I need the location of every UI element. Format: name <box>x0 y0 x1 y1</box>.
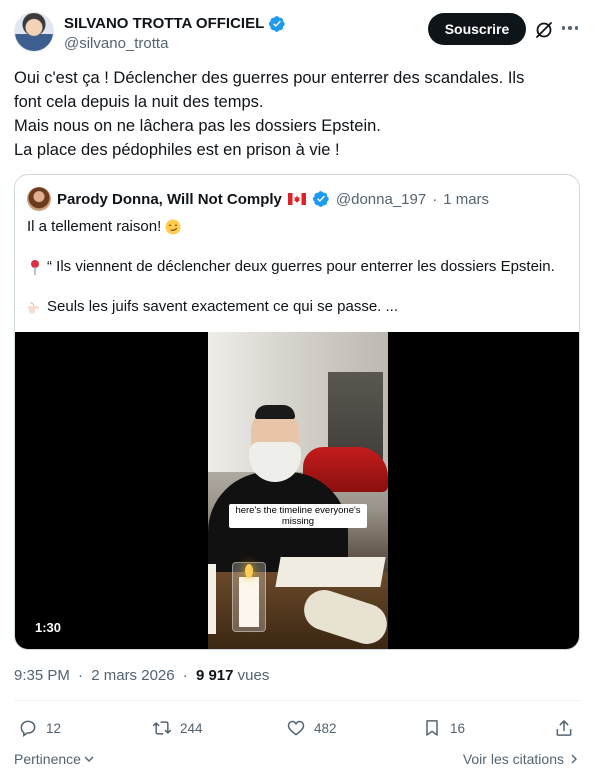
repost-count: 244 <box>180 720 203 736</box>
like-count: 482 <box>314 720 337 736</box>
views-label: vues <box>237 667 270 684</box>
quote-separator: · <box>432 190 438 208</box>
view-quotes-label[interactable]: Voir les citations <box>463 751 564 767</box>
video-duration: 1:30 <box>35 620 62 635</box>
quote-line-text: “ Ils viennent de déclencher deux guerre… <box>47 258 555 275</box>
quoted-tweet[interactable]: Parody Donna, Will Not Comply @donna_197… <box>14 174 580 650</box>
divider <box>14 700 582 701</box>
quote-date: 1 mars <box>443 190 490 208</box>
author-name-row[interactable]: SILVANO TROTTA OFFICIEL <box>64 14 286 34</box>
view-quotes-link[interactable]: Voir les citations <box>463 751 580 767</box>
share-icon <box>556 720 572 736</box>
video-caption: here's the timeline everyone's missing <box>229 504 367 528</box>
tweet-text: Oui c'est ça ! Déclencher des guerres po… <box>14 66 574 162</box>
quote-line: “ Ils viennent de déclencher deux guerre… <box>27 257 567 277</box>
replies-footer: Pertinence Voir les citations <box>14 751 582 773</box>
tweet-line: Mais nous on ne lâchera pas les dossiers… <box>14 117 381 135</box>
tweet-line: font cela depuis la nuit des temps. <box>14 93 264 111</box>
reply-count: 12 <box>46 720 62 736</box>
video-thumbnail[interactable] <box>208 332 388 649</box>
repost-button[interactable]: 244 <box>152 718 203 738</box>
quote-author-name: Parody Donna, Will Not Comply <box>57 190 282 208</box>
tweet-line: Oui c'est ça ! Déclencher des guerres po… <box>14 69 525 87</box>
tweet-meta: 9:35 PM · 2 mars 2026 · 9 917 vues <box>14 667 269 684</box>
meta-separator: · <box>182 667 188 684</box>
subscribe-button[interactable]: Souscrire <box>428 13 526 45</box>
quote-header: Parody Donna, Will Not Comply @donna_197… <box>27 187 489 211</box>
verified-badge-icon <box>312 191 329 207</box>
quote-avatar <box>27 187 51 211</box>
author-name[interactable]: SILVANO TROTTA OFFICIEL <box>64 14 264 34</box>
verified-badge-icon <box>269 16 285 32</box>
pushpin-icon <box>31 260 39 275</box>
heart-icon <box>287 720 305 736</box>
quote-line: Il a tellement raison! <box>27 217 567 237</box>
like-button[interactable]: 482 <box>286 718 337 738</box>
chevron-right-icon <box>571 754 577 764</box>
grok-icon[interactable] <box>534 20 554 40</box>
bookmark-button[interactable]: 16 <box>422 718 465 738</box>
meta-separator: · <box>78 667 84 684</box>
author-info[interactable]: SILVANO TROTTA OFFICIEL @silvano_trotta <box>64 14 286 54</box>
pointing-hand-icon <box>28 302 39 314</box>
quote-author-handle: @donna_197 <box>335 190 427 208</box>
tweet-header: SILVANO TROTTA OFFICIEL @silvano_trotta … <box>14 12 582 56</box>
quote-line: Seuls les juifs savent exactement ce qui… <box>27 297 567 317</box>
sort-dropdown[interactable]: Pertinence <box>14 751 95 767</box>
bookmark-count: 16 <box>450 720 466 736</box>
quote-video[interactable]: here's the timeline everyone's missing 1… <box>15 332 579 649</box>
share-button[interactable] <box>554 718 574 738</box>
quote-line-text: Seuls les juifs savent exactement ce qui… <box>47 298 399 315</box>
tweet-time[interactable]: 9:35 PM <box>14 667 70 684</box>
quote-text: Il a tellement raison! “ Ils viennent de… <box>27 217 567 317</box>
repost-icon <box>152 721 172 735</box>
bookmark-icon <box>426 720 438 736</box>
action-bar: 12 244 482 16 <box>14 714 582 744</box>
reply-icon <box>20 720 36 737</box>
quote-line-text: Il a tellement raison! <box>27 218 162 235</box>
sort-label[interactable]: Pertinence <box>14 751 81 767</box>
views-count: 9 917 <box>195 667 234 684</box>
canada-flag-icon <box>287 193 306 205</box>
author-avatar[interactable] <box>14 12 54 52</box>
reply-button[interactable]: 12 <box>18 718 61 738</box>
more-options-icon[interactable] <box>560 18 580 38</box>
smirk-emoji-icon <box>165 219 181 235</box>
author-handle[interactable]: @silvano_trotta <box>64 34 286 54</box>
tweet-line: La place des pédophiles est en prison à … <box>14 141 340 159</box>
tweet-date[interactable]: 2 mars 2026 <box>91 667 174 684</box>
chevron-down-icon <box>84 756 94 762</box>
